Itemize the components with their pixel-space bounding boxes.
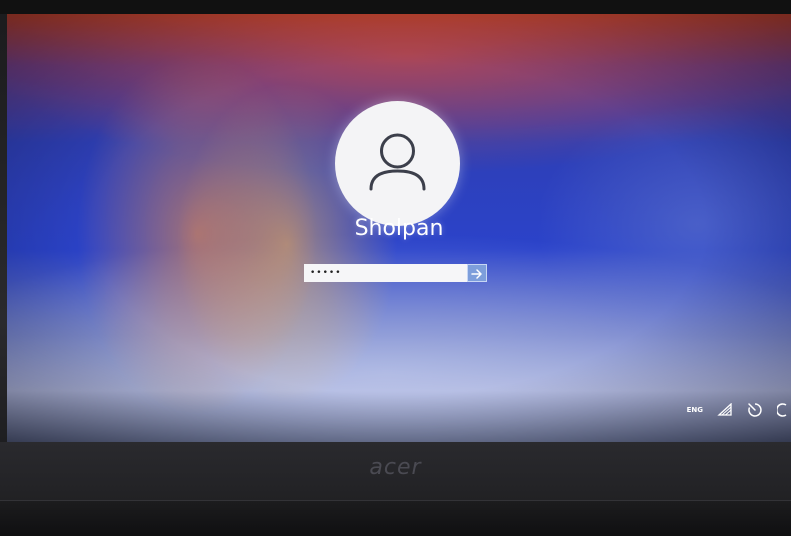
username-label: Sholpan	[354, 216, 444, 241]
brand-logo: acer	[369, 455, 422, 480]
password-row	[304, 264, 487, 282]
user-avatar	[335, 101, 460, 226]
ease-of-access-icon[interactable]	[747, 402, 763, 418]
power-icon[interactable]	[777, 402, 789, 418]
arrow-right-icon	[471, 264, 483, 283]
password-field[interactable]	[304, 264, 467, 282]
top-bezel	[0, 0, 791, 14]
language-indicator[interactable]: ENG	[687, 406, 703, 414]
submit-button[interactable]	[467, 264, 487, 282]
wifi-icon[interactable]	[717, 403, 733, 417]
photo-frame: Sholpan ENG	[0, 0, 791, 536]
lock-screen: Sholpan ENG	[7, 14, 791, 442]
system-tray: ENG	[687, 400, 789, 420]
laptop-hinge	[0, 500, 791, 536]
